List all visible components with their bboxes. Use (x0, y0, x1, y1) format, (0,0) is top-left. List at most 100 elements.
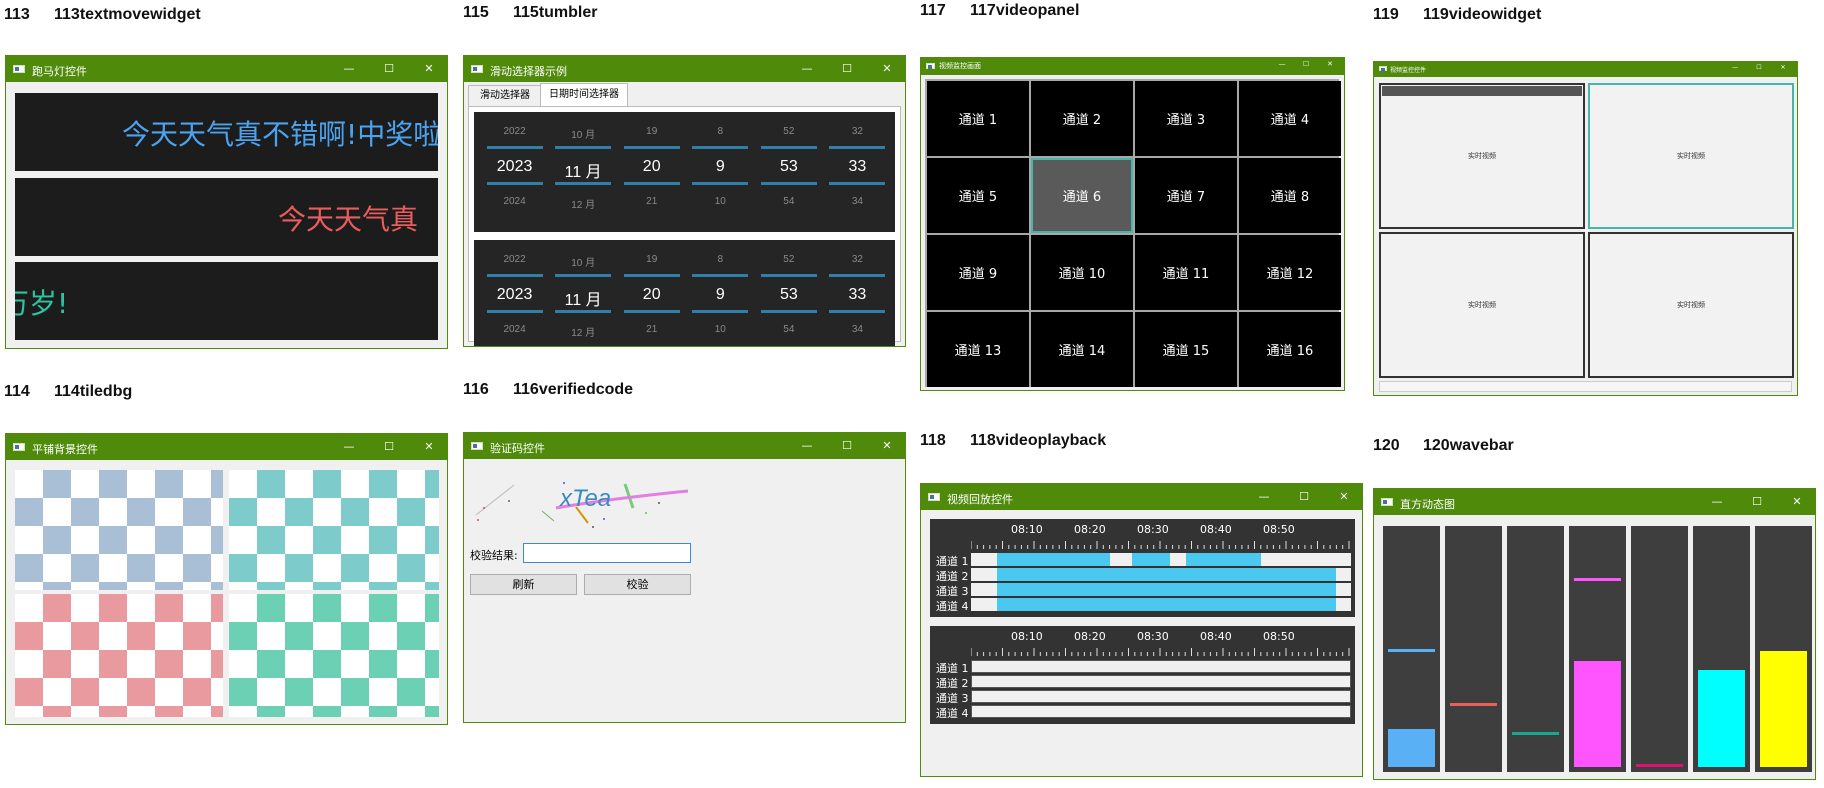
recording-segment[interactable] (997, 568, 1336, 581)
maximize-icon[interactable]: ☐ (1294, 490, 1314, 503)
result-input[interactable] (523, 543, 691, 563)
channel-track[interactable] (971, 598, 1351, 611)
close-icon[interactable]: ✕ (419, 62, 439, 75)
video-channel-cell[interactable]: 通道 5 (927, 158, 1029, 233)
refresh-button[interactable]: 刷新 (470, 574, 577, 595)
channel-label: 通道 4 (1270, 113, 1310, 128)
close-icon[interactable]: ✕ (1787, 495, 1807, 508)
prev-value: 10 月 (571, 130, 596, 141)
recording-segment[interactable] (997, 598, 1336, 611)
video-channel-cell[interactable]: 通道 10 (1031, 235, 1133, 310)
maximize-icon[interactable]: ☐ (379, 62, 399, 75)
maximize-icon[interactable]: ☐ (837, 62, 857, 75)
selection-line (692, 310, 749, 313)
video-channel-cell[interactable]: 通道 2 (1031, 81, 1133, 156)
video-channel-cell[interactable]: 通道 4 (1239, 81, 1341, 156)
video-channel-cell[interactable]: 通道 9 (927, 235, 1029, 310)
tab-slider[interactable]: 滑动选择器 (468, 85, 542, 107)
minimize-icon[interactable]: — (797, 439, 817, 452)
video-channel-cell[interactable]: 通道 16 (1239, 312, 1341, 387)
current-value: 53 (779, 286, 798, 303)
video-channel-cell[interactable]: 通道 8 (1239, 158, 1341, 233)
minimize-icon[interactable]: — (1276, 60, 1288, 68)
tab-datetime[interactable]: 日期时间选择器 (540, 83, 628, 107)
caption-117: 117 117videopanel (920, 2, 1080, 19)
channel-track[interactable] (971, 690, 1351, 703)
recording-segment[interactable] (997, 583, 1336, 596)
maximize-icon[interactable]: ☐ (1753, 64, 1765, 71)
maximize-icon[interactable]: ☐ (837, 439, 857, 452)
tumbler-column[interactable]: 52 53 54 (760, 112, 817, 232)
videopanel-window: 视频监控画面 — ☐ ✕ 通道 1 通道 2 通道 3 通道 4 通道 5 通道 6 通道 … (920, 57, 1345, 391)
minimize-icon[interactable]: — (1729, 64, 1741, 71)
recording-segment[interactable] (1132, 553, 1170, 566)
tumbler-window: 滑动选择器示例 — ☐ ✕ 滑动选择器 日期时间选择器 2022 2023 2024… (463, 55, 906, 347)
verify-button[interactable]: 校验 (584, 574, 691, 595)
time-tick-label: 08:50 (1263, 523, 1295, 536)
channel-label: 通道 6 (1062, 190, 1102, 205)
minimize-icon[interactable]: — (1707, 495, 1727, 508)
recording-segment[interactable] (997, 553, 1110, 566)
tumbler-column[interactable]: 32 33 34 (829, 112, 886, 232)
channel-label: 通道 11 (1162, 267, 1210, 282)
tumbler-column[interactable]: 8 9 10 (692, 112, 749, 232)
tumbler-column[interactable]: 10 月 11 月 12 月 (555, 240, 612, 346)
minimize-icon[interactable]: — (797, 62, 817, 75)
playback-timeline-1[interactable]: 08:10 08:20 08:30 08:40 08:50 通道 1 通道 2 通道 3 通道 … (930, 519, 1355, 617)
channel-track[interactable] (971, 705, 1351, 718)
channel-track[interactable] (971, 553, 1351, 566)
video-channel-cell[interactable]: 通道 14 (1031, 312, 1133, 387)
video-cell-label: 实时视频 (1468, 301, 1496, 309)
video-channel-cell[interactable]: 通道 11 (1135, 235, 1237, 310)
tumbler-column[interactable]: 19 20 21 (623, 240, 680, 346)
maximize-icon[interactable]: ☐ (1747, 495, 1767, 508)
video-channel-cell[interactable]: 通道 1 (927, 81, 1029, 156)
tumbler-column[interactable]: 2022 2023 2024 (486, 240, 543, 346)
selection-line (486, 274, 543, 277)
wavebar-window: 直方动态图 — ☐ ✕ (1373, 488, 1816, 780)
video-cell-4[interactable]: 实时视频 (1588, 232, 1794, 378)
time-tick-label: 08:20 (1074, 523, 1106, 536)
maximize-icon[interactable]: ☐ (379, 440, 399, 453)
video-cell-3[interactable]: 实时视频 (1379, 232, 1585, 378)
video-channel-cell[interactable]: 通道 7 (1135, 158, 1237, 233)
tumbler-column[interactable]: 52 53 54 (760, 240, 817, 346)
video-cell-2[interactable]: 实时视频 (1588, 83, 1794, 229)
selection-line (555, 182, 612, 185)
channel-track[interactable] (971, 660, 1351, 673)
close-icon[interactable]: ✕ (419, 440, 439, 453)
video-channel-cell[interactable]: 通道 15 (1135, 312, 1237, 387)
minimize-icon[interactable]: — (339, 440, 359, 453)
video-scrollbar[interactable] (1379, 381, 1792, 392)
prev-value: 2022 (503, 126, 526, 137)
close-icon[interactable]: ✕ (877, 439, 897, 452)
video-channel-cell[interactable]: 通道 13 (927, 312, 1029, 387)
video-channel-cell[interactable]: 通道 12 (1239, 235, 1341, 310)
recording-segment[interactable] (1186, 553, 1261, 566)
close-icon[interactable]: ✕ (1777, 64, 1789, 71)
datetime-tumbler-2[interactable]: 2022 2023 2024 10 月 11 月 12 月 19 20 21 8 9 10 52 53 54… (474, 240, 895, 346)
tumbler-column[interactable]: 19 20 21 (623, 112, 680, 232)
tumbler-column[interactable]: 2022 2023 2024 (486, 112, 543, 232)
close-icon[interactable]: ✕ (1334, 490, 1354, 503)
caption-120: 120 120wavebar (1373, 437, 1514, 454)
video-channel-cell[interactable]: 通道 3 (1135, 81, 1237, 156)
maximize-icon[interactable]: ☐ (1300, 60, 1312, 68)
video-channel-cell[interactable]: 通道 6 (1031, 158, 1133, 233)
minimize-icon[interactable]: — (1254, 490, 1274, 503)
channel-track[interactable] (971, 583, 1351, 596)
close-icon[interactable]: ✕ (877, 62, 897, 75)
video-cell-1[interactable]: 实时视频 (1379, 83, 1585, 229)
playback-timeline-2[interactable]: 08:10 08:20 08:30 08:40 08:50 通道 1 通道 2 通道 3 通道 … (930, 626, 1355, 724)
tumbler-column[interactable]: 8 9 10 (692, 240, 749, 346)
tumbler-column[interactable]: 32 33 34 (829, 240, 886, 346)
tumbler-column[interactable]: 10 月 11 月 12 月 (555, 112, 612, 232)
wave-bar (1755, 526, 1812, 772)
minimize-icon[interactable]: — (339, 62, 359, 75)
datetime-tumbler-1[interactable]: 2022 2023 2024 10 月 11 月 12 月 19 20 21 8 9 10 52 53 54… (474, 112, 895, 232)
close-icon[interactable]: ✕ (1324, 60, 1336, 68)
marquee-window: 跑马灯控件 — ☐ ✕ 今天天气真不错啊!中奖啦! 今天天气真 万岁! (5, 55, 448, 349)
channel-track[interactable] (971, 675, 1351, 688)
captcha-image[interactable]: xTea (468, 471, 689, 531)
channel-track[interactable] (971, 568, 1351, 581)
